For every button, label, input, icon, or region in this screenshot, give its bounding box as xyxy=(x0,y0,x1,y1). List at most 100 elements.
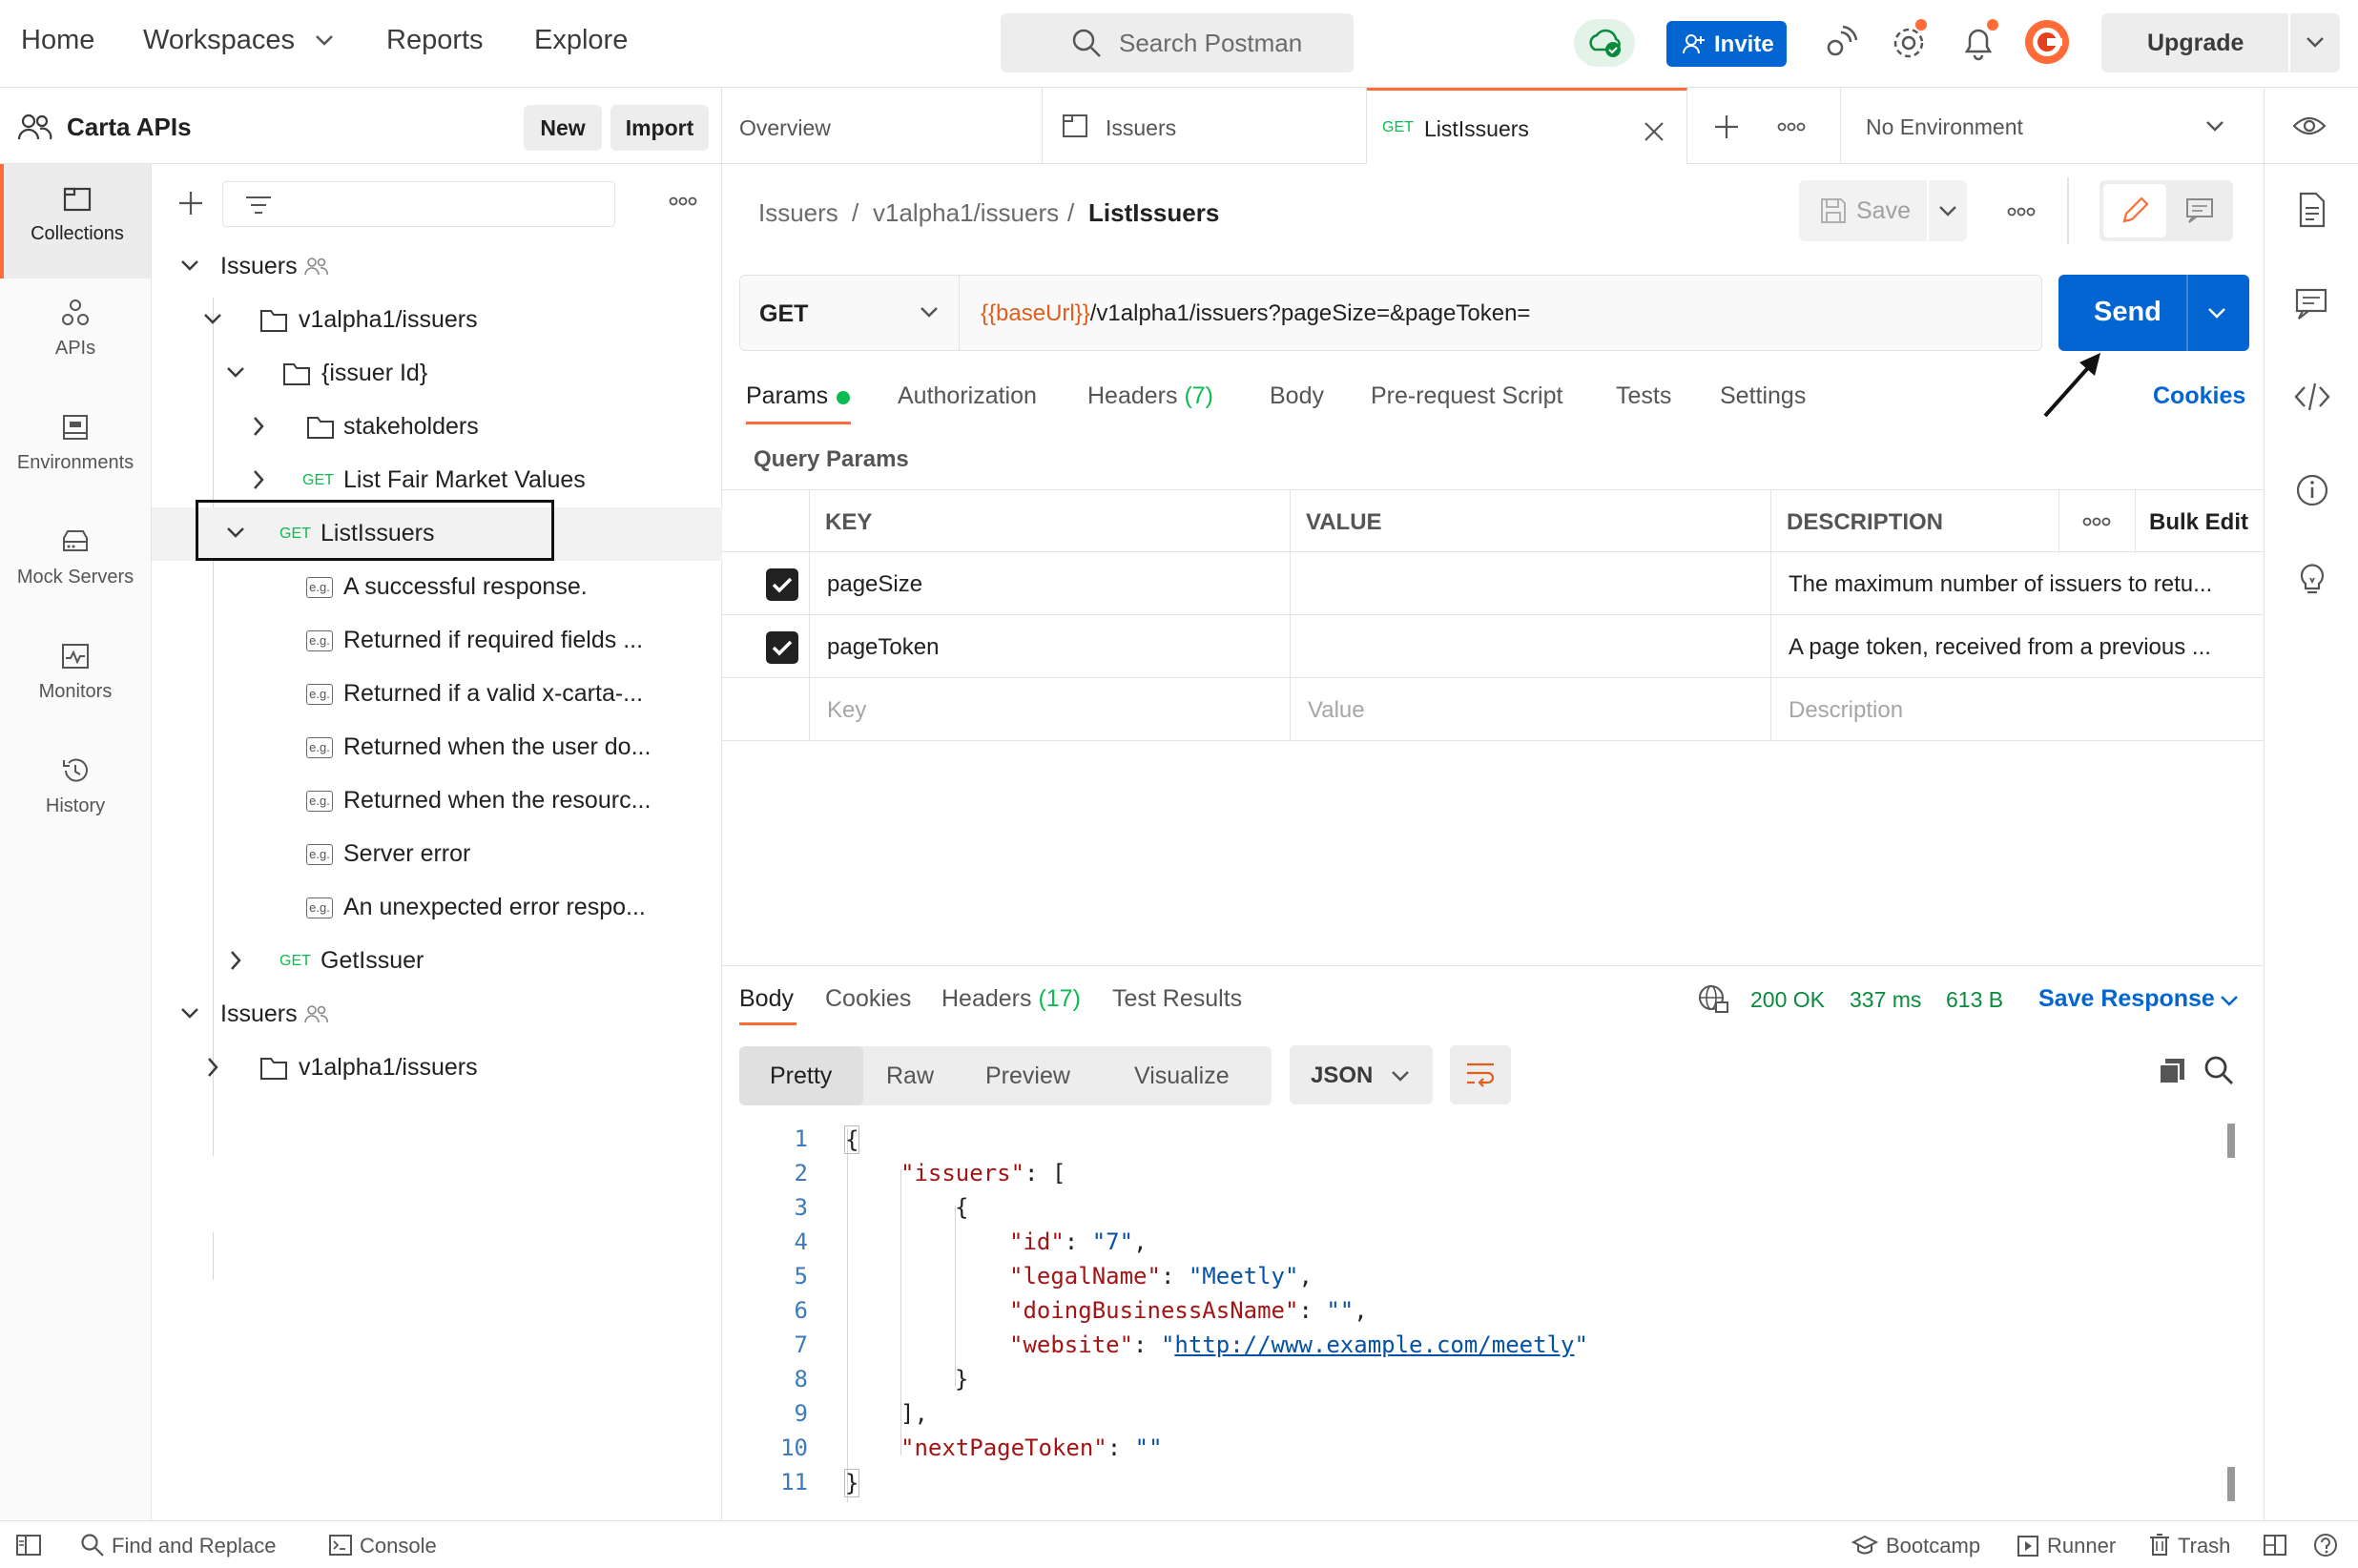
chevron-down-icon[interactable] xyxy=(203,313,222,326)
tree-item-folder[interactable]: v1alpha1/issuers xyxy=(152,294,722,347)
chevron-down-icon[interactable] xyxy=(2306,36,2325,50)
comments-icon[interactable] xyxy=(2293,284,2331,322)
globe-lock-icon[interactable] xyxy=(1697,983,1729,1016)
info-icon[interactable] xyxy=(2293,471,2331,509)
find-replace-button[interactable]: Find and Replace xyxy=(112,1534,276,1558)
nav-home[interactable]: Home xyxy=(21,25,94,56)
trash-button[interactable]: Trash xyxy=(2178,1534,2230,1558)
tab-headers[interactable]: Headers (7) xyxy=(1087,382,1213,410)
new-value-field[interactable]: Value xyxy=(1291,678,1771,741)
rail-item-apis[interactable]: APIs xyxy=(0,279,151,393)
tree-item-example[interactable]: e.g. An unexpected error respo... xyxy=(152,881,722,935)
format-visualize[interactable]: Visualize xyxy=(1104,1046,1272,1105)
more-options-icon[interactable] xyxy=(669,196,697,206)
response-time[interactable]: 337 ms xyxy=(1850,987,1921,1013)
chevron-down-icon[interactable] xyxy=(180,259,199,273)
chevron-right-icon[interactable] xyxy=(207,1057,220,1078)
plus-icon[interactable] xyxy=(178,191,203,216)
param-description-field[interactable]: The maximum number of issuers to retu... xyxy=(1771,552,2264,615)
search-input[interactable]: Search Postman xyxy=(1001,13,1354,72)
wrap-lines-button[interactable] xyxy=(1450,1045,1511,1104)
tree-item-collection[interactable]: Issuers xyxy=(152,988,722,1042)
url-input[interactable]: {{baseUrl}}/v1alpha1/issuers?pageSize=&p… xyxy=(981,300,1530,327)
chevron-down-icon[interactable] xyxy=(226,366,245,380)
bell-icon[interactable] xyxy=(1959,19,1998,61)
chevron-down-icon[interactable] xyxy=(226,526,245,540)
new-description-field[interactable]: Description xyxy=(1771,678,2264,741)
tree-item-example[interactable]: e.g. Server error xyxy=(152,828,722,881)
table-options[interactable] xyxy=(2059,490,2136,553)
copy-icon[interactable] xyxy=(2158,1057,2186,1085)
tab-overview[interactable]: Overview xyxy=(722,88,1043,164)
environment-select[interactable]: No Environment xyxy=(1841,88,2261,164)
breadcrumb-item[interactable]: v1alpha1/issuers xyxy=(873,198,1059,228)
tree-item-folder[interactable]: v1alpha1/issuers xyxy=(152,1042,722,1095)
response-tab-cookies[interactable]: Cookies xyxy=(825,985,911,1013)
bulk-edit-button[interactable]: Bulk Edit xyxy=(2149,509,2248,536)
comment-icon[interactable] xyxy=(2185,197,2214,224)
tree-item-folder[interactable]: stakeholders xyxy=(152,401,722,454)
new-button[interactable]: New xyxy=(524,105,602,151)
param-key-field[interactable]: pageSize xyxy=(810,552,1291,615)
more-options-icon[interactable] xyxy=(2007,207,2036,217)
upgrade-button[interactable]: Upgrade xyxy=(2101,13,2340,72)
help-icon[interactable] xyxy=(2312,1532,2339,1558)
tab-list-issuers[interactable]: GET ListIssuers xyxy=(1367,88,1687,164)
lightbulb-icon[interactable] xyxy=(2293,559,2331,597)
tree-item-example[interactable]: e.g. Returned if a valid x-carta-... xyxy=(152,668,722,721)
bootcamp-button[interactable]: Bootcamp xyxy=(1886,1534,1980,1558)
edit-mode-button[interactable] xyxy=(2103,184,2166,237)
rail-item-monitors[interactable]: Monitors xyxy=(0,622,151,736)
response-size[interactable]: 613 B xyxy=(1946,987,2003,1013)
rail-item-collections[interactable]: Collections xyxy=(0,164,151,279)
new-tab-icon[interactable] xyxy=(1714,114,1739,139)
tab-authorization[interactable]: Authorization xyxy=(898,382,1037,410)
format-preview[interactable]: Preview xyxy=(959,1046,1104,1105)
import-button[interactable]: Import xyxy=(610,105,709,151)
close-icon[interactable] xyxy=(1644,121,1665,142)
console-button[interactable]: Console xyxy=(360,1534,437,1558)
tab-tests[interactable]: Tests xyxy=(1616,382,1671,410)
documentation-icon[interactable] xyxy=(2293,191,2331,229)
method-select[interactable]: GET xyxy=(740,276,960,350)
response-tab-body[interactable]: Body xyxy=(739,985,794,1013)
save-response-button[interactable]: Save Response xyxy=(2038,985,2215,1013)
chevron-down-icon[interactable] xyxy=(180,1007,199,1021)
tree-item-folder[interactable]: {issuer Id} xyxy=(152,347,722,401)
chevron-right-icon[interactable] xyxy=(253,469,266,490)
tab-pre-request-script[interactable]: Pre-request Script xyxy=(1371,382,1562,410)
response-tab-test-results[interactable]: Test Results xyxy=(1112,985,1242,1013)
tab-params[interactable]: Params xyxy=(746,382,828,410)
avatar[interactable] xyxy=(2024,19,2070,65)
chevron-down-icon[interactable] xyxy=(2207,307,2226,320)
chevron-down-icon[interactable] xyxy=(1938,205,1957,218)
tree-item-example[interactable]: e.g. Returned when the resourc... xyxy=(152,774,722,828)
json-link[interactable]: http://www.example.com/meetly xyxy=(1174,1331,1574,1358)
save-button[interactable]: Save xyxy=(1799,180,1967,241)
tree-item-collection[interactable]: Issuers xyxy=(152,240,722,294)
runner-button[interactable]: Runner xyxy=(2047,1534,2116,1558)
param-key-field[interactable]: pageToken xyxy=(810,615,1291,678)
checkbox-checked[interactable] xyxy=(766,568,798,601)
two-pane-icon[interactable] xyxy=(2263,1534,2287,1557)
cookies-link[interactable]: Cookies xyxy=(2153,382,2245,410)
tree-item-example[interactable]: e.g. Returned when the user do... xyxy=(152,721,722,774)
nav-reports[interactable]: Reports xyxy=(386,25,484,56)
chevron-right-icon[interactable] xyxy=(230,950,243,971)
param-description-field[interactable]: A page token, received from a previous .… xyxy=(1771,615,2264,678)
response-code-editor[interactable]: 1{ 2 "issuers": [ 3{ 4 "id": "7", 5 "legalN… xyxy=(722,1124,2264,1505)
checkbox-checked[interactable] xyxy=(766,631,798,664)
rail-item-history[interactable]: History xyxy=(0,736,151,851)
rail-item-environments[interactable]: Environments xyxy=(0,393,151,507)
language-select[interactable]: JSON xyxy=(1290,1045,1433,1104)
code-icon[interactable] xyxy=(2293,378,2331,416)
nav-explore[interactable]: Explore xyxy=(534,25,628,56)
rail-item-mock-servers[interactable]: Mock Servers xyxy=(0,507,151,622)
more-tabs-icon[interactable] xyxy=(1777,122,1806,132)
response-status[interactable]: 200 OK xyxy=(1750,987,1825,1013)
response-tab-headers[interactable]: Headers (17) xyxy=(941,985,1081,1013)
format-raw[interactable]: Raw xyxy=(863,1046,959,1105)
format-pretty[interactable]: Pretty xyxy=(739,1046,863,1105)
tree-item-example[interactable]: e.g. Returned if required fields ... xyxy=(152,614,722,668)
chevron-right-icon[interactable] xyxy=(253,416,266,437)
